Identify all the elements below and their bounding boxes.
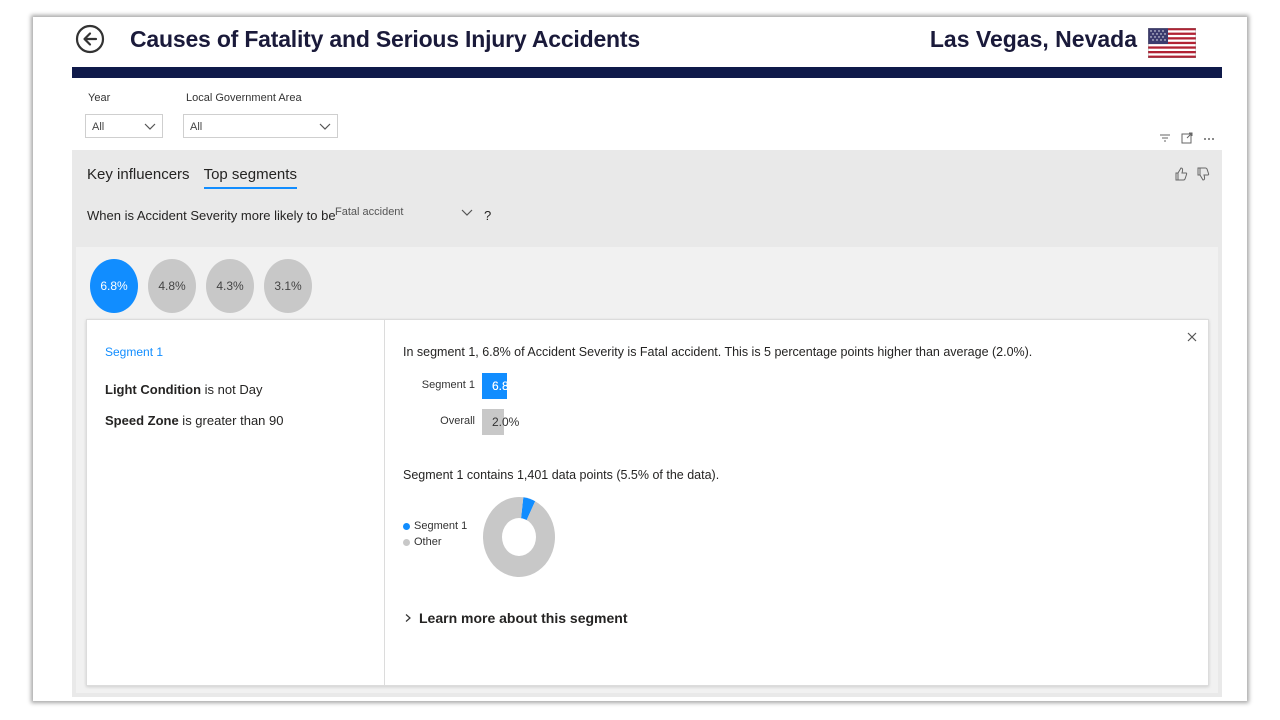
chevron-right-icon xyxy=(405,614,411,622)
condition-rule: is not Day xyxy=(201,382,263,397)
condition-rule: is greater than 90 xyxy=(178,413,284,428)
segment-bubble-2[interactable]: 4.8% xyxy=(148,259,196,313)
thumbs-down-icon[interactable] xyxy=(1196,166,1210,182)
segment-bubble-4[interactable]: 3.1% xyxy=(264,259,312,313)
feedback-buttons xyxy=(1174,166,1210,182)
focus-mode-icon[interactable] xyxy=(1180,131,1194,145)
year-filter-value: All xyxy=(92,121,105,133)
location-title: Las Vegas, Nevada xyxy=(929,26,1137,52)
close-icon[interactable] xyxy=(1186,331,1198,343)
comparison-row-segment: Segment 1 6.8% xyxy=(403,373,603,399)
back-arrow-icon[interactable] xyxy=(75,24,105,54)
segment-bubble-1[interactable]: 6.8% xyxy=(90,259,138,313)
learn-more-toggle[interactable]: Learn more about this segment xyxy=(403,610,627,626)
legend-item: Segment 1 xyxy=(403,518,467,534)
comparison-label: Overall xyxy=(440,415,475,427)
learn-more-label: Learn more about this segment xyxy=(419,610,628,626)
year-filter-label: Year xyxy=(88,92,111,104)
condition-field: Speed Zone xyxy=(105,413,179,428)
page-title: Causes of Fatality and Serious Injury Ac… xyxy=(130,26,640,52)
segment-bubble-3[interactable]: 4.3% xyxy=(206,259,254,313)
more-options-icon[interactable] xyxy=(1202,131,1216,145)
donut-hole xyxy=(502,518,536,556)
severity-dropdown[interactable]: Fatal accident xyxy=(331,202,477,224)
comparison-value: 2.0% xyxy=(492,415,520,429)
legend-item: Other xyxy=(403,534,467,550)
segment-bubbles: 6.8% 4.8% 4.3% 3.1% xyxy=(90,259,312,313)
segment-condition: Speed Zone is greater than 90 xyxy=(105,413,283,428)
year-filter-dropdown[interactable]: All xyxy=(85,114,163,138)
chevron-down-icon xyxy=(319,123,331,130)
question-suffix: ? xyxy=(484,208,492,223)
comparison-label: Segment 1 xyxy=(421,379,475,391)
segments-area: 6.8% 4.8% 4.3% 3.1% Segment 1 Light Cond… xyxy=(76,247,1218,693)
chevron-down-icon xyxy=(144,123,156,130)
segment-condition: Light Condition is not Day xyxy=(105,382,262,397)
us-flag-icon xyxy=(1148,28,1196,58)
visual-tabs: Key influencers Top segments xyxy=(87,166,297,189)
header-divider xyxy=(72,67,1222,78)
legend-dot xyxy=(403,538,410,546)
segment-name: Segment 1 xyxy=(105,345,164,359)
legend-label: Other xyxy=(414,536,442,548)
legend-dot xyxy=(403,522,410,530)
segment-size-text: Segment 1 contains 1,401 data points (5.… xyxy=(403,468,720,482)
segment-definition-panel: Segment 1 Light Condition is not Day Spe… xyxy=(87,320,385,685)
thumbs-up-icon[interactable] xyxy=(1174,166,1188,182)
lga-filter-label: Local Government Area xyxy=(186,92,302,104)
comparison-value: 6.8% xyxy=(492,379,520,393)
tab-top-segments[interactable]: Top segments xyxy=(203,166,297,189)
key-influencers-visual: Key influencers Top segments When is Acc… xyxy=(72,150,1222,697)
legend-label: Segment 1 xyxy=(414,520,468,532)
chevron-down-icon xyxy=(461,209,473,216)
tab-key-influencers[interactable]: Key influencers xyxy=(87,166,190,189)
condition-field: Light Condition xyxy=(105,382,202,397)
visual-header-icons xyxy=(1158,131,1216,145)
comparison-row-overall: Overall 2.0% xyxy=(403,409,603,435)
segment-detail-card: Segment 1 Light Condition is not Day Spe… xyxy=(86,319,1209,686)
segment-share-donut xyxy=(483,497,555,577)
segment-description: In segment 1, 6.8% of Accident Severity … xyxy=(403,345,1033,359)
question-prefix: When is Accident Severity more likely to… xyxy=(87,208,336,223)
donut-legend: Segment 1 Other xyxy=(403,518,467,550)
severity-dropdown-value: Fatal accident xyxy=(335,206,404,218)
lga-filter-dropdown[interactable]: All xyxy=(183,114,338,138)
filter-icon[interactable] xyxy=(1158,131,1172,145)
lga-filter-value: All xyxy=(190,121,203,133)
